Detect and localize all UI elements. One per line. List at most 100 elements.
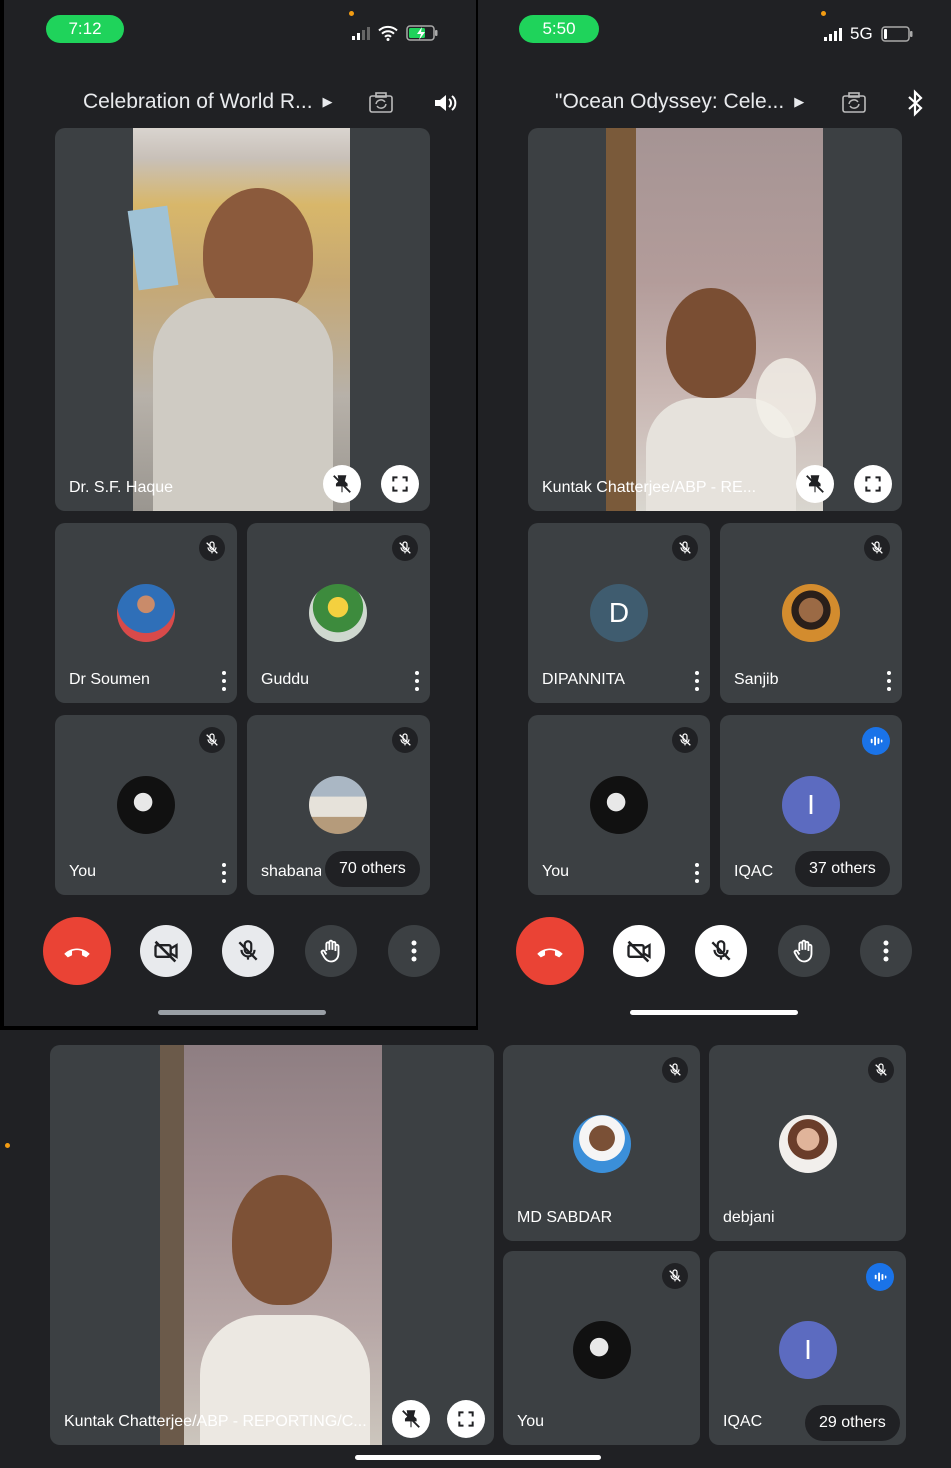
participant-name: Kuntak Chatterjee/ABP - RE... [542, 479, 757, 496]
participant-video [160, 1045, 382, 1445]
main-video-tile[interactable]: Dr. S.F. Haque [55, 128, 430, 511]
bluetooth-icon[interactable] [905, 89, 925, 117]
unpin-button[interactable] [323, 465, 361, 503]
mic-off-indicator [199, 727, 225, 753]
participant-name: MD SABDAR [517, 1209, 613, 1226]
more-icon [411, 940, 417, 962]
avatar [117, 776, 175, 834]
fullscreen-button[interactable] [854, 465, 892, 503]
mic-off-icon [204, 732, 220, 748]
participant-tile[interactable]: shabana 70 others [247, 715, 430, 895]
main-video-tile[interactable]: Kuntak Chatterjee/ABP - RE... [528, 128, 902, 511]
mic-off-icon [397, 540, 413, 556]
participant-tile[interactable]: You [55, 715, 237, 895]
fullscreen-button[interactable] [381, 465, 419, 503]
avatar [573, 1115, 631, 1173]
camera-switch-icon[interactable] [368, 91, 394, 115]
participant-tile[interactable]: You [503, 1251, 700, 1445]
speaking-indicator [866, 1263, 894, 1291]
participant-video [606, 128, 823, 511]
orange-dot [821, 11, 826, 16]
participant-tile[interactable]: Guddu [247, 523, 430, 703]
more-options-button[interactable] [388, 925, 440, 977]
more-options-button[interactable] [860, 925, 912, 977]
camera-toggle-button[interactable] [140, 925, 192, 977]
unpin-button[interactable] [392, 1400, 430, 1438]
participant-name: You [517, 1413, 544, 1430]
mic-off-indicator [662, 1263, 688, 1289]
fullscreen-icon [390, 474, 410, 494]
mic-off-icon [667, 1268, 683, 1284]
participant-name: Guddu [261, 671, 310, 688]
participant-video [127, 128, 350, 511]
signal-icon [352, 26, 370, 40]
signal-icon [824, 27, 842, 41]
others-count-badge[interactable]: 29 others [805, 1405, 900, 1441]
meeting-title-right[interactable]: "Ocean Odyssey: Cele... ▶ [555, 90, 804, 114]
speaker-icon[interactable] [432, 90, 458, 116]
participant-tile[interactable]: D DIPANNITA [528, 523, 710, 703]
participant-tile[interactable]: debjani [709, 1045, 906, 1241]
raise-hand-icon [790, 937, 818, 965]
audio-wave-icon [867, 732, 885, 750]
participant-tile[interactable]: Dr Soumen [55, 523, 237, 703]
more-icon[interactable] [221, 671, 227, 691]
fullscreen-button[interactable] [447, 1400, 485, 1438]
camera-toggle-button[interactable] [613, 925, 665, 977]
home-indicator [355, 1455, 601, 1460]
meeting-title-text: "Ocean Odyssey: Cele... [555, 90, 785, 113]
main-video-tile[interactable]: Kuntak Chatterjee/ABP - REPORTING/C... [50, 1045, 494, 1445]
more-icon[interactable] [694, 863, 700, 883]
raise-hand-button[interactable] [778, 925, 830, 977]
mic-off-indicator [864, 535, 890, 561]
participant-name: Kuntak Chatterjee/ABP - REPORTING/C... [64, 1413, 367, 1430]
meeting-title-text: Celebration of World R... [83, 90, 313, 113]
participant-tile[interactable]: You [528, 715, 710, 895]
participant-name: Dr Soumen [69, 671, 150, 688]
battery-icon [880, 26, 913, 42]
mic-off-icon [204, 540, 220, 556]
avatar-initial: D [590, 584, 648, 642]
status-bar-icons [352, 24, 440, 42]
pin-off-icon [806, 475, 824, 493]
avatar [309, 776, 367, 834]
participant-name: Sanjib [734, 671, 779, 688]
pin-off-icon [333, 475, 351, 493]
avatar [573, 1321, 631, 1379]
camera-switch-icon[interactable] [841, 91, 867, 115]
participant-name: IQAC [723, 1413, 763, 1430]
mic-off-icon [397, 732, 413, 748]
participant-tile[interactable]: Sanjib [720, 523, 902, 703]
others-count-badge[interactable]: 37 others [795, 851, 890, 887]
mic-toggle-button[interactable] [695, 925, 747, 977]
hangup-button[interactable] [516, 917, 584, 985]
unpin-button[interactable] [796, 465, 834, 503]
participant-name: debjani [723, 1209, 775, 1226]
avatar [590, 776, 648, 834]
avatar [117, 584, 175, 642]
more-icon[interactable] [414, 671, 420, 691]
home-indicator [158, 1010, 326, 1015]
more-icon[interactable] [886, 671, 892, 691]
others-count-badge[interactable]: 70 others [325, 851, 420, 887]
mic-off-icon [235, 938, 261, 964]
participant-name: shabana [261, 863, 321, 880]
mic-toggle-button[interactable] [222, 925, 274, 977]
pin-off-icon [402, 1410, 420, 1428]
participant-tile[interactable]: I IQAC 37 others [720, 715, 902, 895]
participant-name: DIPANNITA [542, 671, 625, 688]
audio-wave-icon [871, 1268, 889, 1286]
participant-name: You [542, 863, 569, 880]
meeting-title-left[interactable]: Celebration of World R... ▶ [83, 90, 333, 114]
avatar-initial: I [782, 776, 840, 834]
participant-tile[interactable]: MD SABDAR [503, 1045, 700, 1241]
more-icon[interactable] [694, 671, 700, 691]
mic-off-indicator [672, 535, 698, 561]
participant-tile[interactable]: I IQAC 29 others [709, 1251, 906, 1445]
orange-dot [349, 11, 354, 16]
more-icon[interactable] [221, 863, 227, 883]
raise-hand-button[interactable] [305, 925, 357, 977]
chevron-right-icon: ▶ [794, 94, 805, 109]
fullscreen-icon [863, 474, 883, 494]
hangup-button[interactable] [43, 917, 111, 985]
